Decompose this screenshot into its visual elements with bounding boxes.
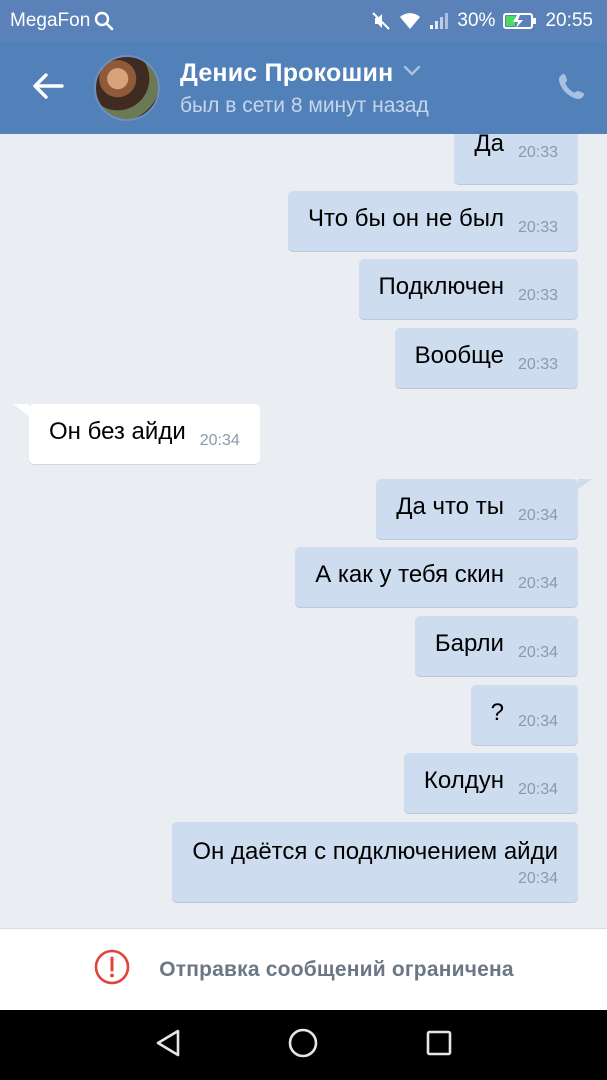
message-text: Вообще [414,342,504,369]
contact-status: был в сети 8 минут назад [180,93,429,117]
message-text: Он даётся с подключением айди [192,838,558,865]
clock: 20:55 [545,10,593,31]
message-time: 20:33 [517,356,558,373]
message-text: А как у тебя скин [315,561,504,588]
message-time: 20:33 [517,219,558,236]
status-left: MegaFon [10,10,114,32]
restriction-banner: Отправка сообщений ограничена [0,928,607,1010]
nav-recents-button[interactable] [409,1015,469,1075]
contact-info[interactable]: Денис Прокошин был в сети 8 минут назад [180,59,537,118]
message-time: 20:34 [517,870,558,887]
system-nav-bar [0,1010,607,1080]
message-bubble[interactable]: Подключен 20:33 [358,259,578,319]
call-button[interactable] [537,42,607,134]
recents-square-icon [425,1029,453,1062]
message-time: 20:34 [517,713,558,730]
mute-icon [371,11,391,31]
status-right: 30% 20:55 [371,10,593,32]
back-triangle-icon [154,1028,182,1063]
message-bubble[interactable]: ? 20:34 [470,685,578,745]
message-time: 20:34 [517,575,558,592]
message-time: 20:34 [517,507,558,524]
message-text: Да что ты [396,493,504,520]
chevron-down-icon [403,64,421,82]
back-button[interactable] [12,42,84,134]
message-bubble[interactable]: Колдун 20:34 [403,753,578,813]
message-bubble[interactable]: Он даётся с подключением айди 20:34 [172,822,578,902]
status-bar: MegaFon 30% 20:55 [0,0,607,42]
message-list[interactable]: Да 20:33 Что бы он не был 20:33 Подключе… [0,134,607,928]
bubble-tail [13,404,29,416]
message-text: Да [474,134,504,157]
message-text: Он без айди [49,418,186,445]
chat-header: Денис Прокошин был в сети 8 минут назад [0,42,607,134]
message-bubble[interactable]: Да что ты 20:34 [376,479,578,539]
battery-charging-icon [503,12,537,30]
message-bubble[interactable]: Что бы он не был 20:33 [288,191,578,251]
message-bubble[interactable]: Вообще 20:33 [394,328,578,388]
message-time: 20:34 [517,644,558,661]
message-bubble[interactable]: Он без айди 20:34 [29,404,260,464]
nav-back-button[interactable] [138,1015,198,1075]
contact-name-row: Денис Прокошин [180,59,537,88]
alert-circle-icon [93,948,131,991]
wifi-icon [399,12,421,30]
phone-icon [557,71,587,106]
avatar[interactable] [94,55,160,121]
signal-icon [429,12,449,30]
carrier-label: MegaFon [10,10,91,31]
message-text: Барли [434,630,504,657]
message-bubble[interactable]: А как у тебя скин 20:34 [295,547,578,607]
message-text: Что бы он не был [308,205,504,232]
message-text: Подключен [378,273,504,300]
message-time: 20:34 [199,432,240,449]
message-text: ? [490,699,504,726]
message-bubble[interactable]: Да 20:33 [454,134,578,184]
home-circle-icon [287,1027,319,1064]
message-text: Колдун [423,767,504,794]
contact-name: Денис Прокошин [180,58,394,87]
battery-percent: 30% [457,10,496,31]
back-arrow-icon [32,72,64,105]
nav-home-button[interactable] [273,1015,333,1075]
message-time: 20:34 [517,781,558,798]
search-icon [94,11,114,31]
bubble-tail [578,479,592,489]
message-time: 20:33 [517,144,558,161]
restriction-text: Отправка сообщений ограничена [159,957,514,981]
message-time: 20:33 [517,287,558,304]
message-bubble[interactable]: Барли 20:34 [414,616,578,676]
